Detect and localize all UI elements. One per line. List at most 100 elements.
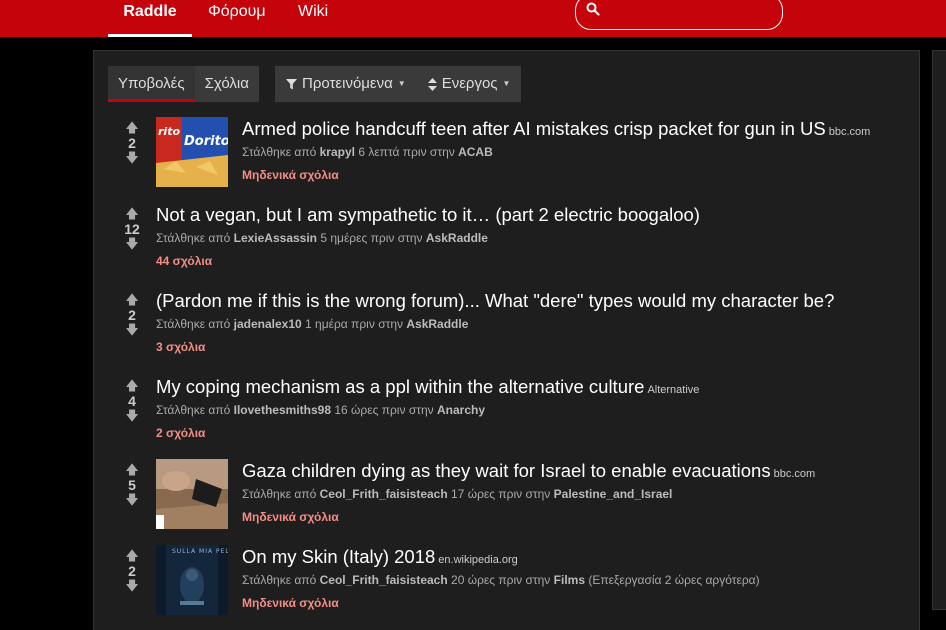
- forum-link[interactable]: Palestine_and_Israel: [554, 487, 673, 501]
- submission-domain: bbc.com: [828, 126, 871, 138]
- submission-meta: Στάλθηκε από krapyl 6 λεπτά πριν στην AC…: [242, 144, 911, 160]
- downvote-button[interactable]: 🡇: [120, 237, 144, 251]
- upvote-button[interactable]: 🡅: [120, 549, 144, 563]
- submission-domain: bbc.com: [773, 468, 816, 480]
- forum-link[interactable]: Anarchy: [437, 403, 485, 417]
- downvote-button[interactable]: 🡇: [120, 409, 144, 423]
- vote-score: 4: [128, 393, 136, 409]
- vote-column: 🡅 2 🡇: [120, 121, 144, 165]
- forum-link[interactable]: AskRaddle: [406, 317, 468, 331]
- filter-bar: Προτεινόμενα ▼ Ενεργος ▼: [275, 66, 522, 102]
- posted-by-label: Στάλθηκε από: [242, 573, 317, 587]
- nav-raddle-home[interactable]: Raddle: [108, 0, 192, 37]
- author-link[interactable]: LexieAssassin: [234, 231, 317, 245]
- filter-icon: [286, 78, 297, 89]
- vote-column: 🡅 2 🡇: [120, 549, 144, 593]
- downvote-button[interactable]: 🡇: [120, 151, 144, 165]
- submission-title[interactable]: On my Skin (Italy) 2018: [242, 546, 435, 567]
- submission-thumbnail[interactable]: Dorito rito: [156, 117, 228, 187]
- svg-text:Dorito: Dorito: [184, 134, 228, 149]
- vote-column: 🡅 2 🡇: [120, 293, 144, 337]
- posted-by-label: Στάλθηκε από: [242, 487, 317, 501]
- comments-link[interactable]: Μηδενικά σχόλια: [242, 167, 911, 183]
- post-time: 20 ώρες πριν: [451, 573, 523, 587]
- vote-score: 2: [128, 135, 136, 151]
- search-input[interactable]: [610, 1, 770, 23]
- in-label: στην: [378, 317, 404, 331]
- submission-thumbnail[interactable]: SULLA MIA PELLE: [156, 545, 228, 615]
- vote-column: 🡅 5 🡇: [120, 463, 144, 507]
- sort-arrows-icon: [427, 77, 437, 91]
- search-icon: [586, 2, 600, 16]
- posted-by-label: Στάλθηκε από: [156, 231, 231, 245]
- nav-forums[interactable]: Φόρουμ: [208, 0, 266, 37]
- author-link[interactable]: krapyl: [320, 145, 355, 159]
- in-label: στην: [525, 487, 551, 501]
- submission-title[interactable]: Armed police handcuff teen after AI mist…: [242, 118, 826, 139]
- upvote-button[interactable]: 🡅: [120, 207, 144, 221]
- upvote-button[interactable]: 🡅: [120, 379, 144, 393]
- comments-link[interactable]: 2 σχόλια: [156, 425, 911, 441]
- submission-meta: Στάλθηκε από LexieAssassin 5 ημέρες πριν…: [156, 230, 911, 246]
- submission-row: 🡅 2 🡇 SULLA MIA PELLE On my Skin (Italy)…: [94, 545, 921, 625]
- edited-note: (Επεξεργασία 2 ώρες αργότερα): [588, 573, 760, 587]
- comments-link[interactable]: 3 σχόλια: [156, 339, 911, 355]
- downvote-button[interactable]: 🡇: [120, 579, 144, 593]
- search-box[interactable]: [575, 0, 783, 30]
- posted-by-label: Στάλθηκε από: [156, 317, 231, 331]
- nav-wiki[interactable]: Wiki: [298, 0, 328, 37]
- post-time: 5 ημέρες πριν: [320, 231, 395, 245]
- submission-thumbnail[interactable]: [156, 459, 228, 529]
- in-label: στην: [408, 403, 434, 417]
- svg-text:rito: rito: [158, 125, 180, 138]
- submission-title[interactable]: My coping mechanism as a ppl within the …: [156, 376, 644, 397]
- downvote-button[interactable]: 🡇: [120, 323, 144, 337]
- comments-link[interactable]: Μηδενικά σχόλια: [242, 509, 911, 525]
- upvote-button[interactable]: 🡅: [120, 463, 144, 477]
- vote-column: 🡅 4 🡇: [120, 379, 144, 423]
- submission-title[interactable]: (Pardon me if this is the wrong forum)..…: [156, 290, 834, 311]
- submission-row: 🡅 2 🡇 Dorito rito Armed police handcuff …: [94, 117, 921, 197]
- vote-score: 2: [128, 563, 136, 579]
- svg-text:SULLA MIA PELLE: SULLA MIA PELLE: [172, 548, 228, 555]
- submission-meta: Στάλθηκε από jadenalex10 1 ημέρα πριν στ…: [156, 316, 911, 332]
- posted-by-label: Στάλθηκε από: [156, 403, 231, 417]
- vote-score: 5: [128, 477, 136, 493]
- submission-domain: Alternative: [647, 384, 700, 396]
- chevron-down-icon: ▼: [397, 79, 406, 88]
- submission-row: 🡅 12 🡇 Not a vegan, but I am sympathetic…: [94, 203, 921, 283]
- submission-content: Not a vegan, but I am sympathetic to it……: [156, 203, 911, 269]
- submission-content: (Pardon me if this is the wrong forum)..…: [156, 289, 911, 355]
- sort-dropdown[interactable]: Προτεινόμενα ▼: [275, 66, 417, 102]
- submission-meta: Στάλθηκε από Ceol_Frith_faisisteach 20 ώ…: [242, 572, 911, 588]
- time-dropdown[interactable]: Ενεργος ▼: [417, 66, 522, 102]
- submission-content: On my Skin (Italy) 2018 en.wikipedia.org …: [242, 545, 911, 611]
- comments-link[interactable]: 44 σχόλια: [156, 253, 911, 269]
- chevron-down-icon: ▼: [502, 79, 511, 88]
- author-link[interactable]: jadenalex10: [234, 317, 302, 331]
- in-label: στην: [429, 145, 455, 159]
- post-time: 6 λεπτά πριν: [358, 145, 427, 159]
- submission-meta: Στάλθηκε από Ceol_Frith_faisisteach 17 ώ…: [242, 486, 911, 502]
- author-link[interactable]: Ceol_Frith_faisisteach: [320, 487, 448, 501]
- in-label: στην: [525, 573, 551, 587]
- in-label: στην: [397, 231, 423, 245]
- author-link[interactable]: Ceol_Frith_faisisteach: [320, 573, 448, 587]
- tab-comments[interactable]: Σχόλια: [194, 66, 259, 102]
- submission-title[interactable]: Gaza children dying as they wait for Isr…: [242, 460, 771, 481]
- upvote-button[interactable]: 🡅: [120, 293, 144, 307]
- forum-link[interactable]: AskRaddle: [426, 231, 488, 245]
- comments-link[interactable]: Μηδενικά σχόλια: [242, 595, 911, 611]
- author-link[interactable]: Ilovethesmiths98: [234, 403, 331, 417]
- sort-label: Προτεινόμενα: [302, 75, 393, 92]
- sidebar-edge: [932, 50, 946, 610]
- submission-meta: Στάλθηκε από Ilovethesmiths98 16 ώρες πρ…: [156, 402, 911, 418]
- forum-link[interactable]: ACAB: [458, 145, 493, 159]
- upvote-button[interactable]: 🡅: [120, 121, 144, 135]
- downvote-button[interactable]: 🡇: [120, 493, 144, 507]
- forum-link[interactable]: Films: [554, 573, 585, 587]
- vote-score: 12: [124, 221, 140, 237]
- tab-submissions[interactable]: Υποβολές: [108, 66, 195, 102]
- top-navbar: Raddle Φόρουμ Wiki: [0, 0, 946, 37]
- submission-title[interactable]: Not a vegan, but I am sympathetic to it……: [156, 204, 700, 225]
